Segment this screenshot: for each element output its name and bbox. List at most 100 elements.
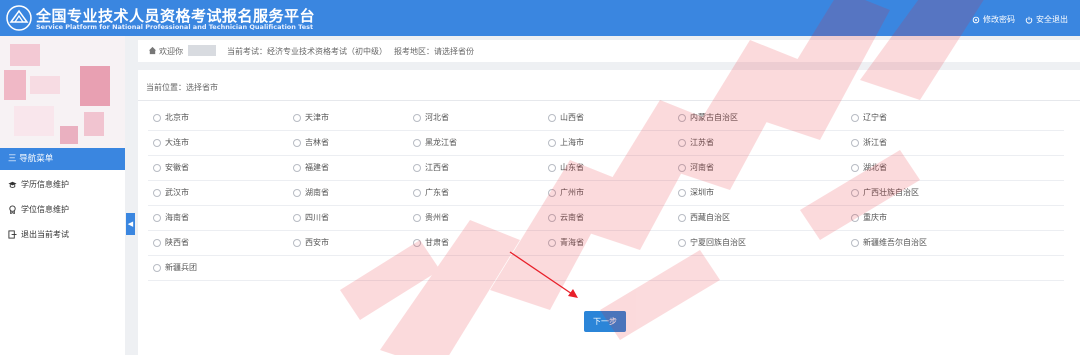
province-label: 湖南省 (305, 188, 329, 197)
radio-button[interactable] (548, 113, 556, 122)
province-option[interactable]: 新疆兵团 (153, 262, 197, 273)
sidebar-item-exit-exam[interactable]: 退出当前考试 (8, 229, 69, 240)
province-option[interactable]: 湖南省 (293, 187, 329, 198)
province-label: 北京市 (165, 113, 189, 122)
province-option[interactable]: 上海市 (548, 137, 584, 148)
province-label: 新疆维吾尔自治区 (863, 238, 927, 247)
province-option[interactable]: 宁夏回族自治区 (678, 237, 746, 248)
province-option[interactable]: 深圳市 (678, 187, 714, 198)
province-option[interactable]: 重庆市 (851, 212, 887, 223)
radio-button[interactable] (413, 163, 421, 172)
radio-button[interactable] (851, 163, 859, 172)
radio-button[interactable] (153, 163, 161, 172)
radio-button[interactable] (851, 113, 859, 122)
radio-button[interactable] (293, 213, 301, 222)
radio-button[interactable] (293, 163, 301, 172)
radio-button[interactable] (678, 188, 686, 197)
radio-button[interactable] (678, 138, 686, 147)
radio-button[interactable] (153, 138, 161, 147)
province-option[interactable]: 陕西省 (153, 237, 189, 248)
province-option[interactable]: 海南省 (153, 212, 189, 223)
province-option[interactable]: 黑龙江省 (413, 137, 457, 148)
radio-button[interactable] (851, 213, 859, 222)
radio-button[interactable] (293, 188, 301, 197)
province-label: 西安市 (305, 238, 329, 247)
radio-button[interactable] (548, 138, 556, 147)
province-option[interactable]: 广州市 (548, 187, 584, 198)
province-option[interactable]: 江西省 (413, 162, 449, 173)
radio-button[interactable] (548, 163, 556, 172)
radio-button[interactable] (548, 188, 556, 197)
radio-button[interactable] (851, 188, 859, 197)
province-label: 浙江省 (863, 138, 887, 147)
province-option[interactable]: 福建省 (293, 162, 329, 173)
logout-link[interactable]: 安全退出 (1025, 14, 1068, 25)
sidebar-item-label: 学历信息维护 (21, 180, 69, 189)
province-option[interactable]: 大连市 (153, 137, 189, 148)
radio-button[interactable] (293, 138, 301, 147)
province-option[interactable]: 山东省 (548, 162, 584, 173)
province-option[interactable]: 天津市 (293, 112, 329, 123)
province-option[interactable]: 吉林省 (293, 137, 329, 148)
province-row: 新疆兵团 (148, 256, 1064, 281)
province-label: 福建省 (305, 163, 329, 172)
province-label: 江苏省 (690, 138, 714, 147)
next-step-button[interactable]: 下一步 (584, 311, 626, 332)
province-option[interactable]: 云南省 (548, 212, 584, 223)
change-password-link[interactable]: 修改密码 (972, 14, 1015, 25)
province-label: 武汉市 (165, 188, 189, 197)
radio-button[interactable] (153, 113, 161, 122)
province-option[interactable]: 新疆维吾尔自治区 (851, 237, 927, 248)
province-option[interactable]: 江苏省 (678, 137, 714, 148)
radio-button[interactable] (413, 213, 421, 222)
province-label: 湖北省 (863, 163, 887, 172)
province-option[interactable]: 西藏自治区 (678, 212, 730, 223)
current-exam: 当前考试：经济专业技术资格考试（初中级） (227, 47, 387, 56)
change-password-label: 修改密码 (983, 15, 1015, 24)
info-bar: 欢迎你 当前考试：经济专业技术资格考试（初中级） 报考地区：请选择省份 (138, 40, 1080, 62)
province-label: 陕西省 (165, 238, 189, 247)
province-panel: 当前位置：选择省市 北京市 天津市 河北省 山西省 内蒙古自治区 辽宁省 大连市 吉林省 黑龙江… (138, 70, 1080, 355)
province-option[interactable]: 甘肃省 (413, 237, 449, 248)
radio-button[interactable] (293, 113, 301, 122)
sidebar-item-education[interactable]: 学历信息维护 (8, 179, 69, 190)
sidebar-item-degree[interactable]: 学位信息维护 (8, 204, 69, 215)
province-option[interactable]: 内蒙古自治区 (678, 112, 738, 123)
radio-button[interactable] (413, 138, 421, 147)
sidebar-collapse-button[interactable]: ◀ (126, 213, 135, 235)
radio-button[interactable] (153, 263, 161, 272)
province-option[interactable]: 浙江省 (851, 137, 887, 148)
radio-button[interactable] (678, 238, 686, 247)
radio-button[interactable] (678, 213, 686, 222)
radio-button[interactable] (413, 188, 421, 197)
province-option[interactable]: 河北省 (413, 112, 449, 123)
province-option[interactable]: 西安市 (293, 237, 329, 248)
radio-button[interactable] (548, 213, 556, 222)
radio-button[interactable] (851, 238, 859, 247)
province-option[interactable]: 辽宁省 (851, 112, 887, 123)
radio-button[interactable] (851, 138, 859, 147)
province-row: 海南省 四川省 贵州省 云南省 西藏自治区 重庆市 (148, 206, 1064, 231)
province-label: 宁夏回族自治区 (690, 238, 746, 247)
radio-button[interactable] (153, 213, 161, 222)
radio-button[interactable] (678, 163, 686, 172)
province-option[interactable]: 广西壮族自治区 (851, 187, 919, 198)
radio-button[interactable] (678, 113, 686, 122)
radio-button[interactable] (548, 238, 556, 247)
province-option[interactable]: 贵州省 (413, 212, 449, 223)
province-option[interactable]: 山西省 (548, 112, 584, 123)
province-option[interactable]: 武汉市 (153, 187, 189, 198)
province-option[interactable]: 湖北省 (851, 162, 887, 173)
province-option[interactable]: 安徽省 (153, 162, 189, 173)
radio-button[interactable] (413, 113, 421, 122)
radio-button[interactable] (153, 238, 161, 247)
sidebar-item-label: 学位信息维护 (21, 205, 69, 214)
province-option[interactable]: 广东省 (413, 187, 449, 198)
radio-button[interactable] (413, 238, 421, 247)
radio-button[interactable] (293, 238, 301, 247)
radio-button[interactable] (153, 188, 161, 197)
province-option[interactable]: 北京市 (153, 112, 189, 123)
province-option[interactable]: 青海省 (548, 237, 584, 248)
province-option[interactable]: 河南省 (678, 162, 714, 173)
province-option[interactable]: 四川省 (293, 212, 329, 223)
